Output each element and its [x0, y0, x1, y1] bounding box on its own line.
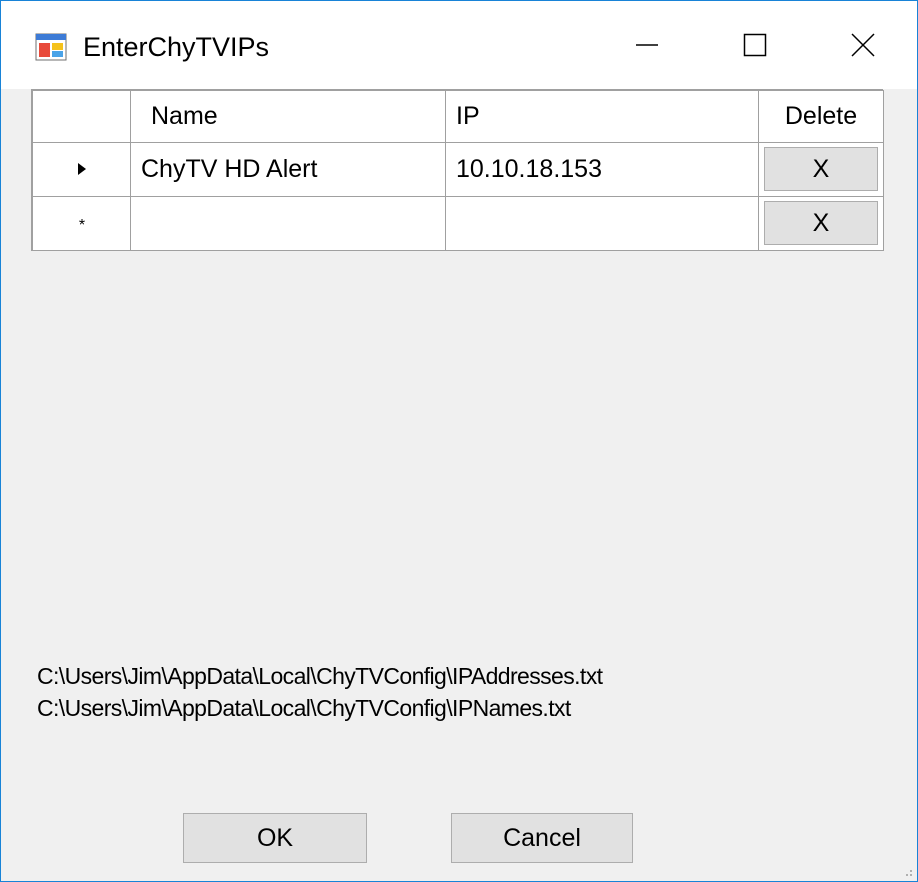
close-button[interactable]: [811, 1, 915, 89]
column-header-name[interactable]: Name: [130, 90, 446, 143]
current-row-arrow-icon: [77, 163, 86, 175]
column-header-ip[interactable]: IP: [445, 90, 759, 143]
ip-data-grid[interactable]: Name IP Delete ChyTV HD Alert 10.10.18.1…: [31, 89, 884, 251]
grid-header-row: Name IP Delete: [32, 90, 884, 143]
maximize-icon: [743, 33, 767, 57]
name-cell[interactable]: ChyTV HD Alert: [130, 142, 446, 197]
ip-cell[interactable]: 10.10.18.153: [445, 142, 759, 197]
grid-table: Name IP Delete ChyTV HD Alert 10.10.18.1…: [32, 90, 884, 251]
dialog-window: EnterChyTVIPs Name IP Delete ChyTV HD Al…: [0, 0, 918, 882]
minimize-icon: [636, 44, 658, 46]
addresses-file-path-label: C:\Users\Jim\AppData\Local\ChyTVConfig\I…: [37, 663, 603, 689]
name-cell[interactable]: [130, 196, 446, 251]
close-icon: [851, 33, 875, 57]
delete-row-button[interactable]: X: [764, 147, 878, 191]
grid-corner-header[interactable]: [32, 90, 131, 143]
ok-button[interactable]: OK: [183, 813, 367, 863]
svg-text:*: *: [78, 217, 84, 231]
resize-grip-icon[interactable]: [901, 865, 913, 877]
delete-cell: X: [758, 196, 884, 251]
title-bar[interactable]: EnterChyTVIPs: [1, 1, 917, 89]
row-header[interactable]: [32, 142, 131, 197]
maximize-button[interactable]: [703, 1, 807, 89]
new-row-asterisk-icon: *: [78, 217, 84, 234]
window-title: EnterChyTVIPs: [83, 32, 270, 62]
column-header-delete[interactable]: Delete: [758, 90, 884, 143]
row-header[interactable]: *: [32, 196, 131, 251]
table-row: * X: [32, 196, 884, 251]
table-row: ChyTV HD Alert 10.10.18.153 X: [32, 142, 884, 197]
ip-cell[interactable]: [445, 196, 759, 251]
app-icon: [35, 33, 67, 61]
cancel-button[interactable]: Cancel: [451, 813, 633, 863]
delete-cell: X: [758, 142, 884, 197]
minimize-button[interactable]: [595, 1, 699, 89]
names-file-path-label: C:\Users\Jim\AppData\Local\ChyTVConfig\I…: [37, 695, 571, 721]
delete-row-button[interactable]: X: [764, 201, 878, 245]
